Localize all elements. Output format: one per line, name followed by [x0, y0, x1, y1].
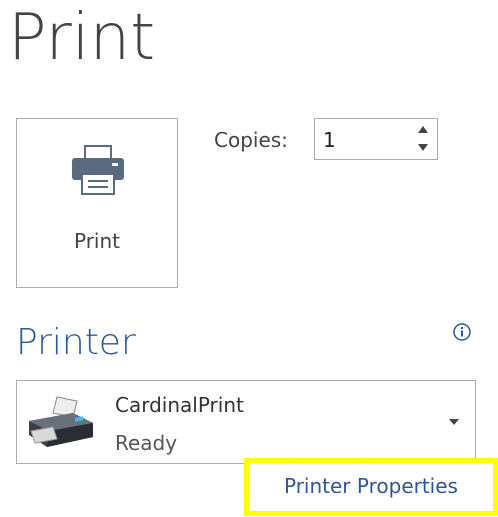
chevron-down-icon[interactable] — [447, 417, 461, 427]
copies-value[interactable]: 1 — [323, 128, 336, 152]
copies-label: Copies: — [214, 128, 288, 152]
printer-select-dropdown[interactable]: CardinalPrint Ready — [16, 380, 476, 464]
print-button-label: Print — [73, 229, 120, 253]
selected-printer-name: CardinalPrint — [115, 393, 244, 417]
spin-up-icon[interactable] — [415, 123, 431, 137]
print-backstage-panel: Print Print Copies: 1 Printer CardinalPr… — [0, 0, 498, 517]
spin-down-icon[interactable] — [415, 140, 431, 154]
info-icon[interactable] — [452, 322, 472, 342]
printer-properties-link[interactable]: Printer Properties — [284, 474, 458, 498]
print-button[interactable]: Print — [16, 118, 178, 288]
page-title: Print — [8, 1, 156, 75]
copies-spinner-input[interactable]: 1 — [314, 118, 438, 160]
printer-device-icon — [29, 396, 93, 447]
printer-icon — [72, 145, 124, 195]
selected-printer-status: Ready — [115, 431, 178, 455]
printer-section-title: Printer — [16, 322, 136, 363]
